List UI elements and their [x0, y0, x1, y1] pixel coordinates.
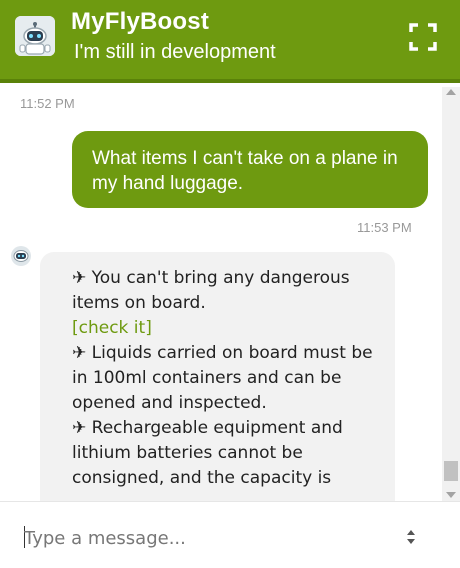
- chat-subtitle: I'm still in development: [74, 41, 276, 63]
- chevron-down-icon[interactable]: [407, 539, 415, 544]
- check-it-link[interactable]: [check it]: [72, 316, 381, 341]
- bot-reply-line: ✈ You can't bring any dangerous items on…: [72, 268, 350, 313]
- chat-title: MyFlyBoost: [71, 8, 210, 35]
- robot-icon: [11, 246, 31, 266]
- bot-message-bubble: ✈ You can't bring any dangerous items on…: [40, 252, 395, 501]
- message-list[interactable]: 11:52 PM What items I can't take on a pl…: [0, 87, 442, 501]
- bot-reply-line: ✈ Rechargeable equipment and lithium bat…: [72, 418, 343, 488]
- input-stepper[interactable]: [406, 530, 418, 546]
- user-message-bubble: What items I can't take on a plane in my…: [72, 131, 428, 208]
- composer-bar: [0, 501, 460, 568]
- bot-reply-line: ✈ Liquids carried on board must be in 10…: [72, 343, 373, 413]
- robot-icon: [15, 16, 55, 56]
- bot-avatar: [15, 16, 55, 56]
- bot-message-avatar: [10, 245, 32, 267]
- message-input[interactable]: [24, 524, 394, 552]
- user-message-timestamp: 11:53 PM: [357, 220, 412, 235]
- message-scrollbar[interactable]: [442, 87, 460, 501]
- scroll-up-icon[interactable]: [446, 89, 456, 95]
- message-timestamp: 11:52 PM: [20, 96, 75, 111]
- scroll-thumb[interactable]: [444, 461, 458, 481]
- expand-icon: [409, 23, 437, 51]
- chat-header: MyFlyBoost I'm still in development: [0, 0, 460, 83]
- chevron-up-icon[interactable]: [407, 530, 415, 535]
- scroll-down-icon[interactable]: [446, 492, 456, 498]
- expand-button[interactable]: [408, 22, 438, 52]
